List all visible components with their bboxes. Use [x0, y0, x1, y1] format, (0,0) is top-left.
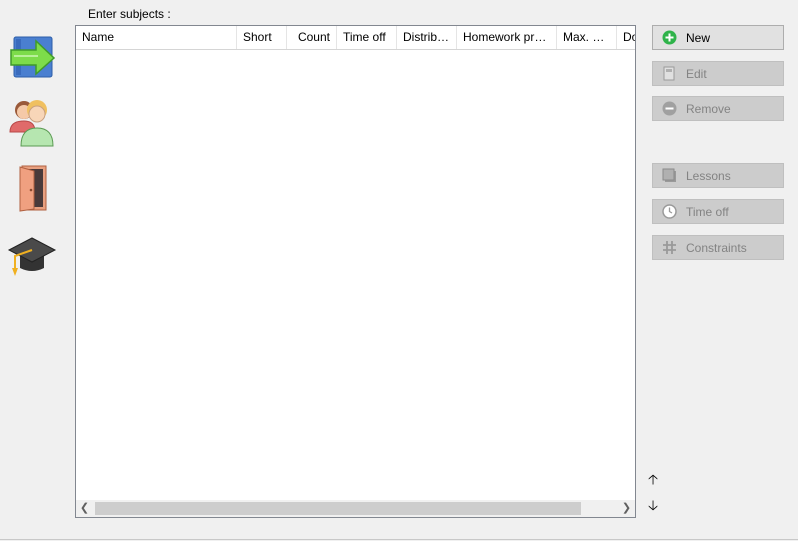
- constraints-button-label: Constraints: [686, 240, 747, 255]
- left-sidebar: [0, 0, 70, 541]
- scroll-right-icon[interactable]: ❯: [618, 500, 635, 517]
- column-header-count[interactable]: Count: [287, 26, 337, 49]
- graduation-cap-icon: [7, 237, 57, 276]
- lessons-button-label: Lessons: [686, 168, 731, 183]
- sidebar-subjects-button[interactable]: [6, 30, 58, 82]
- arrow-into-book-icon: [10, 36, 56, 78]
- clock-icon: [661, 204, 677, 220]
- remove-button[interactable]: Remove: [652, 96, 784, 121]
- column-header-max-on[interactable]: Max. on...: [557, 26, 617, 49]
- lessons-button[interactable]: Lessons: [652, 163, 784, 188]
- scroll-left-icon[interactable]: ❮: [76, 500, 93, 517]
- subjects-table[interactable]: Name Short Count Time off Distribut... H…: [75, 25, 636, 518]
- sidebar-teachers-button[interactable]: [6, 96, 58, 148]
- table-header: Name Short Count Time off Distribut... H…: [76, 26, 635, 50]
- scrollbar-thumb[interactable]: [95, 502, 581, 515]
- hash-grid-icon: [661, 240, 677, 256]
- sidebar-classes-button[interactable]: [6, 230, 58, 282]
- people-icon: [9, 100, 54, 147]
- new-button[interactable]: New: [652, 25, 784, 50]
- column-header-name[interactable]: Name: [76, 26, 237, 49]
- remove-button-label: Remove: [686, 101, 731, 116]
- bottom-divider: [0, 539, 798, 540]
- edit-document-icon: [661, 66, 677, 82]
- column-header-homework-prep[interactable]: Homework prep...: [457, 26, 557, 49]
- lessons-icon: [661, 168, 677, 184]
- sidebar-classrooms-button[interactable]: [6, 162, 58, 214]
- move-down-arrow-icon[interactable]: 🡣: [646, 497, 660, 513]
- column-header-distribution[interactable]: Distribut...: [397, 26, 457, 49]
- column-header-do[interactable]: Do: [617, 26, 635, 49]
- new-button-label: New: [686, 30, 711, 45]
- edit-button[interactable]: Edit: [652, 61, 784, 86]
- move-up-arrow-icon[interactable]: 🡡: [646, 471, 660, 487]
- enter-subjects-label: Enter subjects :: [88, 7, 171, 21]
- plus-circle-icon: [661, 30, 677, 46]
- door-icon: [19, 165, 47, 212]
- time-off-button[interactable]: Time off: [652, 199, 784, 224]
- constraints-button[interactable]: Constraints: [652, 235, 784, 260]
- time-off-button-label: Time off: [686, 204, 729, 219]
- minus-circle-icon: [661, 101, 677, 117]
- column-header-short[interactable]: Short: [237, 26, 287, 49]
- column-header-time-off[interactable]: Time off: [337, 26, 397, 49]
- horizontal-scrollbar[interactable]: ❮ ❯: [76, 500, 635, 517]
- edit-button-label: Edit: [686, 66, 707, 81]
